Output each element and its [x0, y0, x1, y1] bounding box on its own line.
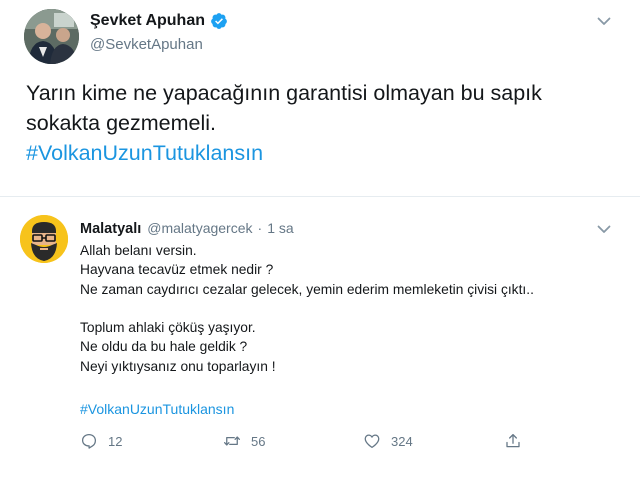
author-handle[interactable]: @SevketApuhan [90, 36, 203, 53]
tweet-actions: 12 56 324 [80, 430, 540, 452]
reply-author-name[interactable]: Malatyalı [80, 221, 141, 237]
reply-count: 12 [108, 433, 123, 449]
hashtag-link[interactable]: #VolkanUzunTutuklansın [80, 401, 234, 417]
reply-header: Malatyalı @malatyagercek · 1 sa [80, 220, 294, 237]
reply-text-line: Neyi yıktıysanız onu toparlayın ! [80, 358, 276, 374]
like-button[interactable]: 324 [363, 430, 413, 452]
author-name[interactable]: Şevket Apuhan [90, 12, 205, 30]
tweet-text: Yarın kime ne yapacağının garantisi olma… [26, 78, 626, 168]
author-row: Şevket Apuhan [90, 12, 228, 30]
divider [0, 196, 640, 197]
tweet-thread: Şevket Apuhan @SevketApuhan Yarın kime n… [0, 0, 640, 478]
retweet-button[interactable]: 56 [223, 430, 265, 452]
tweet-text-line: sokakta gezmemeli. [26, 111, 216, 135]
hashtag-link[interactable]: #VolkanUzunTutuklansın [26, 138, 626, 168]
retweet-icon [224, 436, 240, 446]
reply-icon [81, 433, 97, 449]
reply-button[interactable]: 12 [80, 430, 122, 452]
reply-timestamp[interactable]: 1 sa [267, 220, 293, 236]
reply-avatar[interactable] [20, 215, 68, 263]
avatar[interactable] [24, 9, 79, 64]
reply-text-line: Allah belanı versin. [80, 243, 197, 258]
heart-icon [364, 434, 380, 449]
share-button[interactable] [504, 430, 522, 452]
main-tweet: Şevket Apuhan @SevketApuhan Yarın kime n… [0, 0, 640, 196]
tweet-text-line: Yarın kime ne yapacağının garantisi olma… [26, 81, 542, 105]
chevron-down-icon[interactable] [597, 225, 611, 234]
reply-text-line: Ne zaman caydırıcı cezalar gelecek, yemi… [80, 281, 534, 297]
reply-text-line: Toplum ahlaki çöküş yaşıyor. [80, 320, 256, 336]
reply-text-blank-line [80, 299, 625, 318]
reply-text-line: Ne oldu da bu hale geldik ? [80, 339, 248, 355]
retweet-count: 56 [251, 433, 266, 449]
reply-text-line: Hayvana tecavüz etmek nedir ? [80, 262, 274, 278]
separator-dot: · [257, 220, 263, 236]
chevron-down-icon[interactable] [597, 17, 611, 26]
reply-text: Allah belanı versin. Hayvana tecavüz etm… [80, 241, 625, 376]
share-icon [506, 433, 520, 448]
like-count: 324 [391, 433, 413, 449]
reply-author-handle[interactable]: @malatyagercek [147, 220, 252, 236]
verified-badge-icon [211, 13, 227, 29]
